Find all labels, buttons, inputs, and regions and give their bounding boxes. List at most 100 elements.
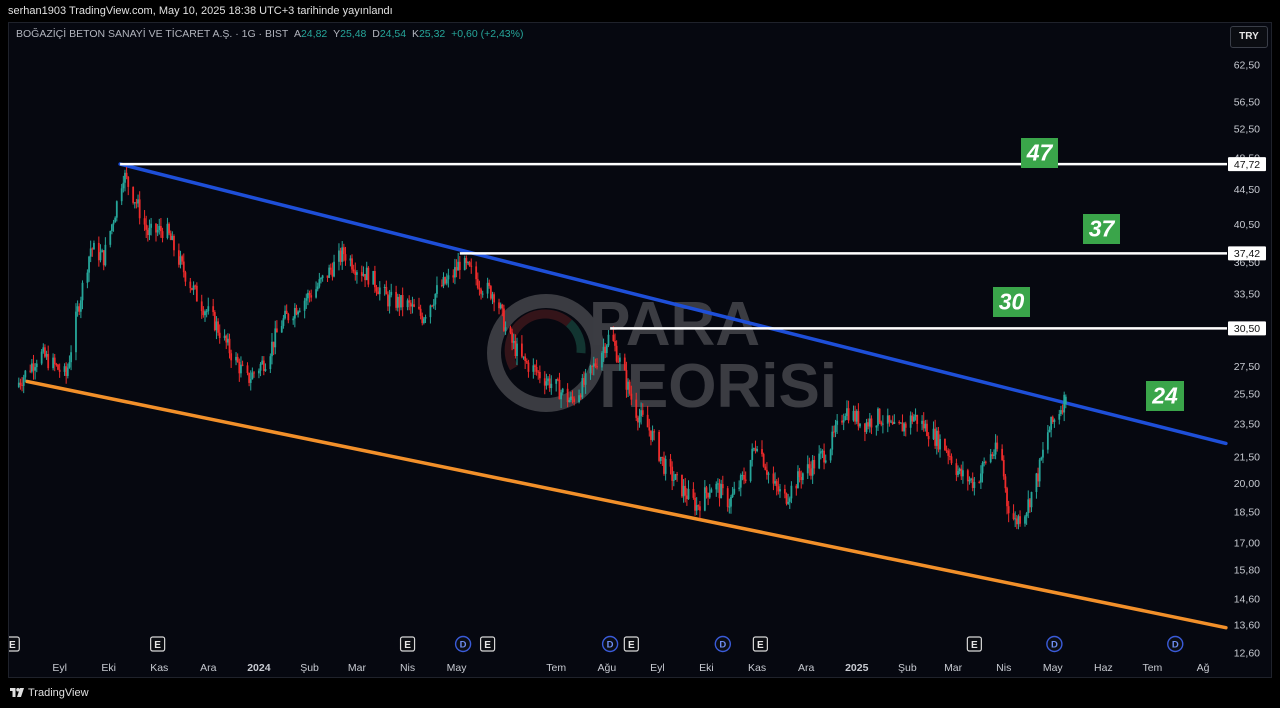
x-tick-label: Kas xyxy=(748,662,766,674)
candle-body xyxy=(522,356,525,358)
candle-body xyxy=(640,410,643,417)
candle-body xyxy=(591,365,594,367)
y-tick-label: 33,50 xyxy=(1234,288,1260,300)
candle-body xyxy=(875,425,878,428)
candle-body xyxy=(329,267,332,270)
candle-body xyxy=(578,395,580,403)
candle-body xyxy=(893,421,896,425)
candle-body xyxy=(467,262,469,264)
candle-body xyxy=(947,450,950,456)
candle-body xyxy=(457,261,460,271)
candle-body xyxy=(486,282,489,294)
candle-body xyxy=(124,172,126,183)
candle-body xyxy=(958,468,961,471)
earnings-marker-label: E xyxy=(757,640,764,651)
candle-body xyxy=(207,306,210,312)
candle-body xyxy=(52,357,55,369)
candle-body xyxy=(1053,419,1056,423)
candle-body xyxy=(699,506,701,511)
axis-level-label: 37,42 xyxy=(1234,248,1260,260)
candle-body xyxy=(364,274,366,281)
candle-body xyxy=(846,408,848,417)
candle-body xyxy=(501,304,504,309)
y-tick-label: 44,50 xyxy=(1234,184,1260,196)
candle-body xyxy=(63,366,66,372)
para-teorisi-watermark: PARATEORiSi xyxy=(487,290,837,421)
candle-body xyxy=(695,505,698,511)
candle-body xyxy=(226,338,229,343)
candle-body xyxy=(774,481,776,484)
tradingview-logo-icon xyxy=(10,688,24,697)
level-tag-label: 30 xyxy=(999,289,1025,315)
candle-body xyxy=(373,271,376,288)
candle-body xyxy=(400,295,402,308)
candle-body xyxy=(112,222,115,225)
candle-body xyxy=(66,367,69,376)
candle-body xyxy=(777,486,780,492)
candle-body xyxy=(280,325,283,333)
candle-body xyxy=(514,340,517,357)
candle-body xyxy=(246,365,249,373)
candle-body xyxy=(22,377,25,386)
candle-body xyxy=(1017,516,1020,525)
candle-body xyxy=(555,379,558,384)
candle-body xyxy=(589,365,592,374)
candle-body xyxy=(991,454,994,456)
candle-body xyxy=(594,363,597,367)
candle-body xyxy=(532,365,535,372)
candle-body xyxy=(926,423,928,437)
x-tick-label: Mar xyxy=(348,662,367,674)
x-tick-label: Şub xyxy=(300,662,319,674)
candle-body xyxy=(97,242,100,261)
candle-body xyxy=(720,484,723,499)
candle-body xyxy=(824,460,827,463)
candle-body xyxy=(287,313,290,321)
candle-body xyxy=(628,381,631,394)
candle-body xyxy=(275,328,278,333)
candle-body xyxy=(708,492,711,498)
candle-body xyxy=(89,248,92,257)
candle-body xyxy=(741,475,744,477)
candle-body xyxy=(669,458,672,467)
candle-body xyxy=(751,448,754,460)
dividend-marker-label: D xyxy=(460,640,467,651)
candle-body xyxy=(899,422,902,424)
candle-body xyxy=(865,422,868,432)
candle-body xyxy=(630,393,633,400)
x-tick-label: Ara xyxy=(798,662,815,674)
x-tick-label: Kas xyxy=(150,662,168,674)
candle-body xyxy=(40,351,43,364)
candle-body xyxy=(481,293,484,295)
candle-body xyxy=(367,267,370,285)
candle-body xyxy=(315,289,317,298)
candles xyxy=(17,166,1067,530)
candle-body xyxy=(927,436,930,440)
x-tick-label: Eki xyxy=(101,662,116,674)
price-chart[interactable]: 62,5056,5052,5048,5044,5040,5036,5033,50… xyxy=(9,23,1271,677)
candle-body xyxy=(766,469,768,475)
tradingview-brand[interactable]: TradingView xyxy=(10,687,89,699)
close-label: K xyxy=(411,28,419,40)
candle-body xyxy=(1038,459,1041,482)
chart-panel[interactable]: 62,5056,5052,5048,5044,5040,5036,5033,50… xyxy=(8,22,1272,678)
candle-body xyxy=(581,378,584,398)
candle-body xyxy=(341,247,344,262)
brand-label: TradingView xyxy=(28,687,89,699)
earnings-marker-label: E xyxy=(9,640,16,651)
candle-body xyxy=(944,438,946,451)
candle-body xyxy=(326,275,329,278)
candle-body xyxy=(328,267,331,278)
candle-body xyxy=(238,361,241,374)
candle-body xyxy=(1060,410,1062,415)
candle-body xyxy=(401,295,404,308)
currency-button[interactable]: TRY xyxy=(1230,26,1268,48)
candle-body xyxy=(424,317,427,319)
candle-body xyxy=(614,340,616,346)
candle-body xyxy=(344,254,347,261)
candle-body xyxy=(534,365,536,368)
candle-body xyxy=(285,310,288,314)
change-value: +0,60 (+2,43%) xyxy=(451,28,524,40)
candle-body xyxy=(168,223,170,234)
candle-body xyxy=(316,286,319,290)
candle-body xyxy=(1046,432,1049,450)
